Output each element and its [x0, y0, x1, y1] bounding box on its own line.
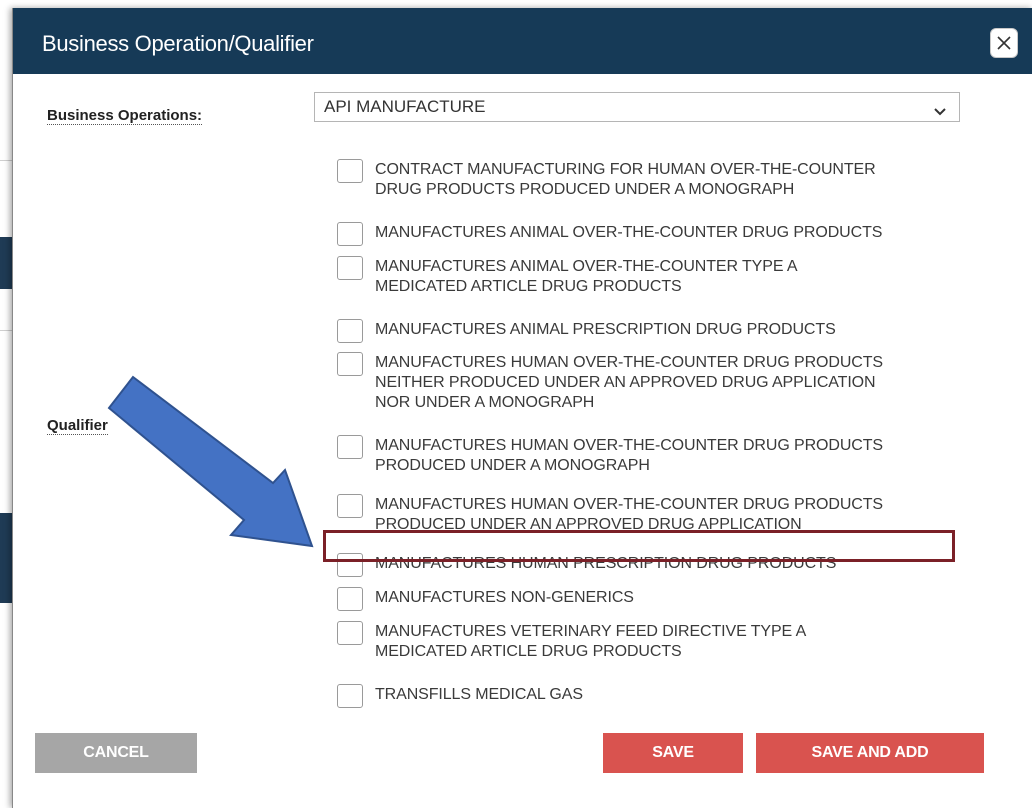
background-header-strip [0, 513, 12, 603]
qualifier-checkbox[interactable] [337, 256, 363, 280]
qualifier-label-line: MANUFACTURES HUMAN OVER-THE-COUNTER DRUG… [375, 354, 883, 371]
qualifier-label: MANUFACTURES ANIMAL OVER-THE-COUNTER DRU… [375, 223, 1015, 243]
qualifier-checkbox[interactable] [337, 222, 363, 246]
qualifier-label: MANUFACTURES HUMAN OVER-THE-COUNTER DRUG… [375, 353, 1015, 413]
qualifier-label-line: DRUG PRODUCTS PRODUCED UNDER A MONOGRAPH [375, 181, 795, 198]
qualifier-label: MANUFACTURES ANIMAL OVER-THE-COUNTER TYP… [375, 257, 1015, 297]
qualifier-label-line: NOR UNDER A MONOGRAPH [375, 394, 595, 411]
qualifier-label: Qualifier [47, 417, 108, 435]
qualifier-label: MANUFACTURES NON-GENERICS [375, 588, 1015, 608]
qualifier-checkbox[interactable] [337, 494, 363, 518]
dialog-header: Business Operation/Qualifier [13, 8, 1032, 74]
annotation-highlight-box [323, 530, 955, 562]
qualifier-label-line: MANUFACTURES HUMAN OVER-THE-COUNTER DRUG… [375, 496, 883, 513]
qualifier-checkbox[interactable] [337, 435, 363, 459]
qualifier-label-line: MEDICATED ARTICLE DRUG PRODUCTS [375, 278, 682, 295]
qualifier-label-line: TRANSFILLS MEDICAL GAS [375, 686, 583, 703]
annotation-arrow-icon [100, 360, 340, 565]
dialog-title: Business Operation/Qualifier [42, 31, 314, 56]
qualifier-label-line: MANUFACTURES ANIMAL PRESCRIPTION DRUG PR… [375, 321, 836, 338]
qualifier-label-line: MANUFACTURES VETERINARY FEED DIRECTIVE T… [375, 623, 807, 640]
business-operations-value: API MANUFACTURE [324, 97, 486, 116]
qualifier-label: MANUFACTURES VETERINARY FEED DIRECTIVE T… [375, 622, 1015, 662]
qualifier-checkbox[interactable] [337, 684, 363, 708]
qualifier-checkbox[interactable] [337, 159, 363, 183]
qualifier-label-line: MANUFACTURES ANIMAL OVER-THE-COUNTER TYP… [375, 258, 798, 275]
business-operations-label: Business Operations: [47, 107, 203, 125]
close-icon [996, 35, 1012, 51]
qualifier-label-line: CONTRACT MANUFACTURING FOR HUMAN OVER-TH… [375, 161, 876, 178]
qualifier-label-line: MEDICATED ARTICLE DRUG PRODUCTS [375, 643, 682, 660]
chevron-down-icon [933, 102, 947, 122]
business-operations-select[interactable]: API MANUFACTURE [314, 92, 960, 122]
save-button[interactable]: SAVE [603, 733, 743, 773]
qualifier-label: MANUFACTURES HUMAN OVER-THE-COUNTER DRUG… [375, 495, 1015, 535]
qualifier-label: TRANSFILLS MEDICAL GAS [375, 685, 1015, 705]
cancel-button[interactable]: CANCEL [35, 733, 197, 773]
qualifier-label-line: MANUFACTURES ANIMAL OVER-THE-COUNTER DRU… [375, 224, 883, 241]
qualifier-label: CONTRACT MANUFACTURING FOR HUMAN OVER-TH… [375, 160, 1015, 200]
background-header-strip [0, 237, 12, 289]
qualifier-checkbox[interactable] [337, 319, 363, 343]
qualifier-label-line: PRODUCED UNDER A MONOGRAPH [375, 457, 650, 474]
close-button[interactable] [990, 28, 1018, 58]
qualifier-checkbox[interactable] [337, 587, 363, 611]
qualifier-checkbox[interactable] [337, 621, 363, 645]
qualifier-label: MANUFACTURES HUMAN OVER-THE-COUNTER DRUG… [375, 436, 1015, 476]
qualifier-checkbox[interactable] [337, 352, 363, 376]
qualifier-label-line: NEITHER PRODUCED UNDER AN APPROVED DRUG … [375, 374, 876, 391]
qualifier-label-line: MANUFACTURES NON-GENERICS [375, 589, 634, 606]
qualifier-label: MANUFACTURES ANIMAL PRESCRIPTION DRUG PR… [375, 320, 1015, 340]
qualifier-label-line: MANUFACTURES HUMAN OVER-THE-COUNTER DRUG… [375, 437, 883, 454]
save-and-add-button[interactable]: SAVE AND ADD [756, 733, 984, 773]
